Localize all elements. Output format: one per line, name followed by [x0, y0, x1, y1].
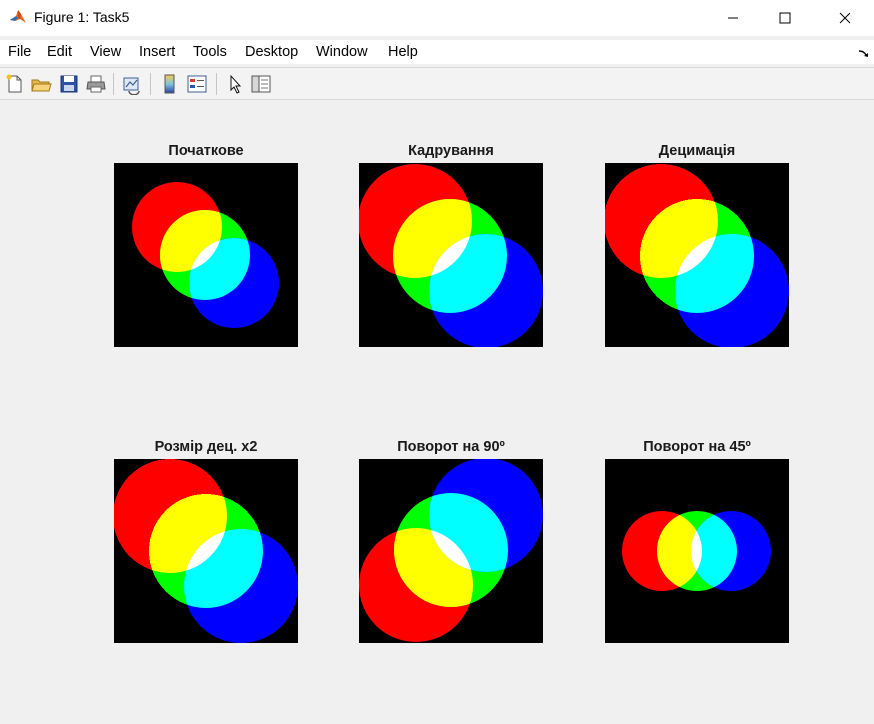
image-decimated[interactable] [605, 163, 789, 347]
insert-legend-button[interactable] [186, 73, 208, 95]
print-icon [86, 75, 106, 93]
toolbar-separator [216, 73, 217, 95]
print-button[interactable] [85, 73, 107, 95]
image-rotated-45[interactable] [605, 459, 789, 643]
axes-title: Початкове [168, 143, 244, 159]
save-button[interactable] [58, 73, 80, 95]
property-inspector-button[interactable] [250, 73, 272, 95]
menu-bar: File Edit View Insert Tools Desktop Wind… [0, 40, 874, 64]
image-cropped[interactable] [359, 163, 543, 347]
maximize-button[interactable] [762, 0, 808, 36]
dock-arrow-icon[interactable] [858, 46, 870, 57]
menu-desktop[interactable]: Desktop [245, 44, 298, 60]
axes-title: Кадрування [408, 143, 494, 159]
menu-edit[interactable]: Edit [47, 44, 72, 60]
toolbar-separator [113, 73, 114, 95]
close-icon [839, 12, 851, 24]
close-button[interactable] [822, 0, 868, 36]
open-file-icon [31, 79, 52, 92]
minimize-icon [728, 17, 738, 19]
image-rotated-90[interactable] [359, 459, 543, 643]
figure-canvas[interactable]: Початкове Кадрування Децимація Розмір де… [0, 101, 874, 724]
image-resized[interactable] [114, 459, 298, 643]
axes-title: Поворот на 45º [643, 439, 751, 455]
link-plot-icon [123, 77, 140, 95]
maximize-icon [779, 12, 791, 24]
minimize-button[interactable] [710, 0, 756, 36]
new-figure-icon [6, 74, 22, 93]
menu-window[interactable]: Window [316, 44, 368, 60]
axes-title: Децимація [658, 143, 736, 159]
title-bar: Figure 1: Task5 [0, 0, 874, 36]
toolbar-separator [150, 73, 151, 95]
link-plot-button[interactable] [121, 73, 143, 95]
property-inspector-icon [251, 75, 271, 93]
edit-plot-button[interactable] [224, 73, 246, 95]
window-title: Figure 1: Task5 [34, 9, 130, 25]
insert-legend-icon [187, 75, 207, 93]
matlab-logo-icon [9, 8, 27, 26]
save-icon [60, 75, 78, 93]
figure-toolbar [0, 67, 874, 100]
insert-colorbar-icon [164, 74, 175, 94]
new-figure-button[interactable] [4, 73, 26, 95]
menu-view[interactable]: View [90, 44, 121, 60]
menu-tools[interactable]: Tools [193, 44, 227, 60]
axes-title: Поворот на 90º [397, 439, 505, 455]
edit-plot-icon [230, 74, 242, 94]
menu-file[interactable]: File [8, 44, 31, 60]
axes-title: Розмір дец. x2 [154, 439, 258, 455]
open-file-button[interactable] [30, 73, 52, 95]
menu-help[interactable]: Help [388, 44, 418, 60]
image-original[interactable] [114, 163, 298, 347]
insert-colorbar-button[interactable] [159, 73, 181, 95]
menu-insert[interactable]: Insert [139, 44, 175, 60]
